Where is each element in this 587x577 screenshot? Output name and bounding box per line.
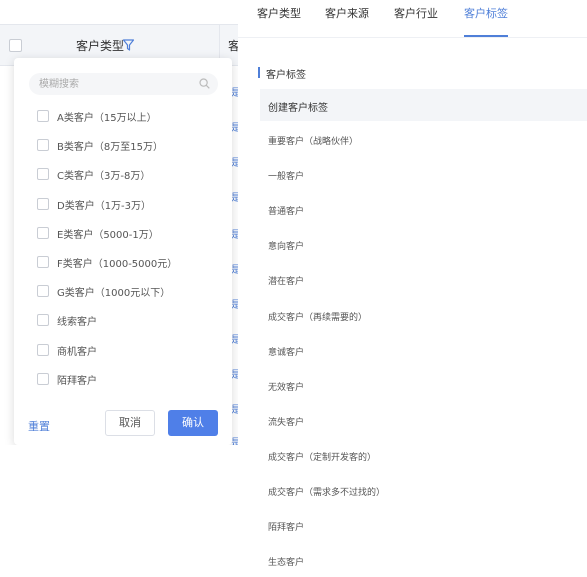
option-checkbox[interactable]	[37, 197, 49, 210]
tag-item[interactable]: 成交客户（定制开发客的）	[268, 450, 376, 463]
filter-option[interactable]: G类客户（1000元以下）	[37, 283, 227, 299]
tag-item[interactable]: 流失客户	[268, 415, 304, 428]
option-label: C类客户（3万-8万）	[57, 171, 151, 183]
option-label: 线索客户	[57, 317, 97, 329]
filter-icon[interactable]	[123, 39, 134, 51]
tag-item[interactable]: 重要客户（战略伙伴）	[268, 134, 358, 147]
option-checkbox[interactable]	[37, 226, 49, 239]
filter-option[interactable]: E类客户（5000-1万）	[37, 225, 227, 241]
cancel-button[interactable]: 取消	[105, 410, 155, 436]
filter-option[interactable]: F类客户（1000-5000元）	[37, 254, 227, 270]
row-link[interactable]: 是	[231, 189, 238, 204]
tag-item[interactable]: 成交客户（需求多不过找的）	[268, 485, 385, 498]
tab-0[interactable]: 客户类型	[257, 5, 301, 37]
filter-option[interactable]: 线索客户	[37, 312, 227, 328]
row-link[interactable]: 是	[231, 401, 238, 416]
row-link[interactable]: 是	[231, 331, 238, 346]
option-label: G类客户（1000元以下）	[57, 288, 171, 300]
tag-item[interactable]: 意诚客户	[268, 345, 304, 358]
row-link[interactable]: 是	[231, 84, 238, 99]
search-input[interactable]	[29, 73, 189, 95]
tag-item[interactable]: 意向客户	[268, 239, 304, 252]
column-header-customer-type: 客户类型	[76, 39, 125, 53]
option-checkbox[interactable]	[37, 110, 49, 122]
filter-option[interactable]: 陌拜客户	[37, 371, 227, 387]
row-link[interactable]: 是	[231, 261, 238, 276]
option-label: D类客户（1万-3万）	[57, 200, 152, 212]
option-checkbox[interactable]	[37, 343, 49, 356]
row-link[interactable]: 是	[231, 366, 238, 381]
section-title: 客户标签	[260, 66, 306, 81]
option-checkbox[interactable]	[37, 285, 49, 298]
create-tag-label: 创建客户标签	[268, 103, 328, 114]
filter-option[interactable]: B类客户（8万至15万）	[37, 137, 227, 153]
customer-table: 客户类型 客 是是是是是是是是是是是 A类客户（15万以上）B类客户（8万至15…	[0, 0, 238, 445]
tag-item[interactable]: 普通客户	[268, 204, 304, 217]
filter-popup: A类客户（15万以上） B类客户（8万至15万） C类客户（3万-8万） D类客户（1…	[14, 58, 232, 445]
reset-button[interactable]: 重置	[28, 418, 50, 434]
tag-item[interactable]: 生态客户	[268, 555, 304, 568]
tab-2[interactable]: 客户行业	[394, 5, 438, 37]
row-link[interactable]: 是	[231, 226, 238, 241]
tag-item[interactable]: 成交客户（再续需要的）	[268, 310, 367, 323]
create-tag-header[interactable]: 创建客户标签	[260, 89, 587, 121]
filter-option[interactable]: D类客户（1万-3万）	[37, 196, 227, 212]
tag-item[interactable]: 潜在客户	[268, 274, 304, 287]
filter-option[interactable]: A类客户（15万以上）	[37, 108, 227, 124]
row-link[interactable]: 是	[231, 119, 238, 134]
select-all-checkbox[interactable]	[9, 39, 22, 52]
tab-bar: 客户类型 客户来源 客户行业 客户标签	[238, 0, 587, 38]
option-label: B类客户（8万至15万）	[57, 142, 163, 154]
column-header-next: 客	[228, 39, 238, 53]
option-label: 陌拜客户	[57, 375, 97, 387]
filter-option[interactable]: C类客户（3万-8万）	[37, 166, 227, 182]
option-checkbox[interactable]	[37, 372, 49, 385]
confirm-button[interactable]: 确认	[168, 410, 218, 436]
tag-item[interactable]: 一般客户	[268, 169, 304, 182]
option-label: A类客户（15万以上）	[57, 113, 157, 124]
row-link[interactable]: 是	[231, 296, 238, 311]
tag-item[interactable]: 陌拜客户	[268, 520, 304, 533]
option-checkbox[interactable]	[37, 314, 49, 327]
tab-3[interactable]: 客户标签	[464, 5, 508, 37]
option-checkbox[interactable]	[37, 168, 49, 181]
row-link[interactable]: 是	[231, 154, 238, 169]
option-label: F类客户（1000-5000元）	[57, 259, 178, 270]
option-label: E类客户（5000-1万）	[57, 229, 159, 241]
tag-item[interactable]: 无效客户	[268, 380, 304, 393]
row-link[interactable]: 是	[231, 434, 238, 445]
option-label: 商机客户	[57, 346, 97, 358]
popup-footer: 重置 取消 确认	[14, 410, 232, 440]
section-title-label: 客户标签	[266, 70, 306, 81]
filter-option[interactable]: 商机客户	[37, 342, 227, 358]
settings-panel: 客户类型 客户来源 客户行业 客户标签 客户标签 创建客户标签 重要客户（战略伙伴）一…	[238, 0, 587, 577]
option-checkbox[interactable]	[37, 139, 49, 152]
search-icon	[199, 78, 210, 89]
search-box	[29, 73, 218, 95]
option-checkbox[interactable]	[37, 256, 49, 268]
tab-1[interactable]: 客户来源	[325, 5, 369, 37]
